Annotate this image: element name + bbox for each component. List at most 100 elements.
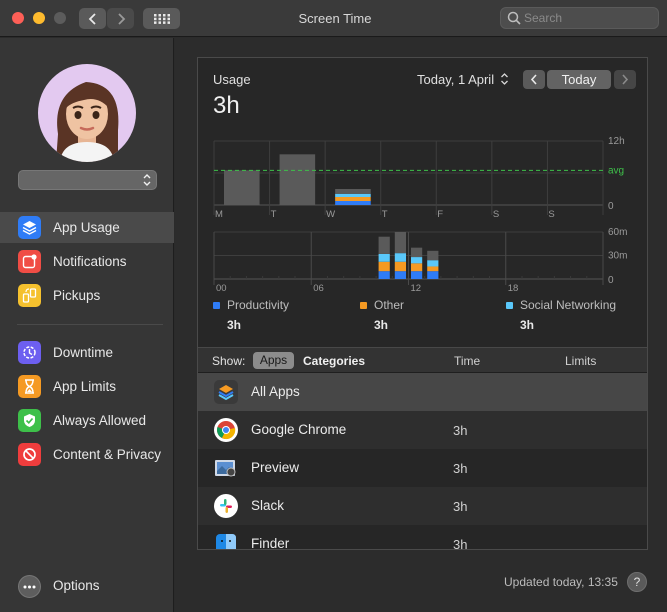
chevron-right-icon — [117, 12, 125, 25]
segment-categories[interactable]: Categories — [303, 354, 365, 368]
legend-value-social-networking: 3h — [520, 318, 535, 332]
y-tick-label: 60m — [608, 227, 627, 238]
legend-productivity: Productivity — [213, 298, 289, 312]
sidebar-item-content-privacy[interactable]: Content & Privacy — [0, 439, 174, 470]
legend-value-productivity: 3h — [227, 318, 242, 332]
legend-label: Social Networking — [520, 298, 617, 312]
help-button[interactable]: ? — [627, 572, 647, 592]
tick-label: S — [493, 209, 499, 220]
zoom-window-button[interactable] — [54, 12, 66, 24]
bar-segment — [335, 197, 371, 201]
app-time: 3h — [453, 461, 468, 476]
notification-badge-icon — [18, 250, 41, 273]
layers-icon — [18, 216, 41, 239]
list-item-preview[interactable]: Preview 3h — [198, 449, 647, 487]
sidebar-item-app-limits[interactable]: App Limits — [0, 371, 174, 402]
back-button[interactable] — [79, 8, 106, 29]
app-list: All Apps Google Chrome 3h Preview 3h Sla… — [198, 373, 647, 549]
app-name: Slack — [251, 498, 285, 513]
list-item-all-apps[interactable]: All Apps — [198, 373, 647, 411]
app-name: Google Chrome — [251, 422, 347, 437]
app-name: Preview — [251, 460, 300, 475]
search-input[interactable]: Search — [500, 7, 659, 29]
bar-segment — [335, 201, 371, 205]
minimize-window-button[interactable] — [33, 12, 45, 24]
legend-swatch — [360, 302, 367, 309]
bar-segment — [378, 253, 390, 262]
legend-label: Productivity — [227, 298, 290, 312]
bar-segment — [427, 250, 439, 261]
pickup-icon — [18, 284, 41, 307]
app-name: Finder — [251, 536, 290, 549]
tick-label: T — [271, 209, 277, 220]
bar-segment — [411, 271, 423, 279]
bar-segment — [394, 253, 406, 262]
tick-label: 12 — [411, 283, 422, 294]
close-window-button[interactable] — [12, 12, 24, 24]
tick-label: S — [548, 209, 554, 220]
bar-segment — [427, 266, 439, 272]
title-bar: Screen Time Search — [0, 0, 667, 37]
segment-apps[interactable]: Apps — [253, 352, 294, 369]
app-name: All Apps — [251, 384, 300, 399]
bar-segment — [378, 271, 390, 279]
bar-segment — [335, 189, 371, 194]
finder-icon — [214, 532, 238, 549]
bar-segment — [394, 261, 406, 272]
bar-segment — [378, 236, 390, 254]
sidebar-item-pickups[interactable]: Pickups — [0, 280, 174, 311]
app-time: 3h — [453, 423, 468, 438]
tick-label: W — [326, 209, 335, 220]
bar-segment — [335, 193, 371, 197]
preview-icon — [214, 456, 238, 480]
bar — [279, 154, 316, 205]
layers-icon — [214, 380, 238, 404]
app-time: 3h — [453, 537, 468, 549]
show-all-button[interactable] — [143, 8, 180, 29]
chrome-icon — [214, 418, 238, 442]
bar — [224, 170, 260, 205]
options-label[interactable]: Options — [53, 578, 100, 593]
tick-label: 00 — [216, 283, 227, 294]
legend-swatch — [213, 302, 220, 309]
ellipsis-icon — [23, 585, 36, 588]
bar-segment — [394, 271, 406, 279]
chevron-updown-icon — [143, 174, 151, 186]
downtime-icon — [18, 341, 41, 364]
sidebar: App Usage Notifications Pickups Downtime… — [0, 38, 174, 612]
tick-label: T — [382, 209, 388, 220]
sidebar-item-label: Notifications — [53, 254, 127, 269]
sidebar-item-label: Always Allowed — [53, 413, 147, 428]
main-content: Usage 3h Today, 1 April Today M T W T F S S 12h… — [175, 38, 667, 612]
column-header-limits[interactable]: Limits — [565, 354, 596, 368]
sidebar-item-app-usage[interactable]: App Usage — [0, 212, 174, 243]
memoji-avatar-icon — [56, 82, 119, 162]
legend-swatch — [506, 302, 513, 309]
sidebar-item-notifications[interactable]: Notifications — [0, 246, 174, 277]
bar-segment — [378, 261, 390, 272]
y-tick-label: 0 — [608, 201, 614, 212]
tick-label: M — [215, 209, 223, 220]
user-select[interactable] — [18, 170, 157, 190]
bar-segment — [411, 263, 423, 272]
list-header: Show: Apps Categories Time Limits — [198, 347, 647, 373]
usage-panel: Usage 3h Today, 1 April Today M T W T F S S 12h… — [197, 57, 648, 550]
sidebar-item-label: Downtime — [53, 345, 114, 360]
grid-icon — [153, 13, 170, 24]
sidebar-item-downtime[interactable]: Downtime — [0, 337, 174, 368]
forward-button[interactable] — [107, 8, 134, 29]
list-item-slack[interactable]: Slack 3h — [198, 487, 647, 525]
tick-label: 06 — [313, 283, 324, 294]
options-button[interactable] — [18, 575, 41, 598]
sidebar-item-always-allowed[interactable]: Always Allowed — [0, 405, 174, 436]
sidebar-item-label: App Usage — [53, 220, 120, 235]
list-item-finder[interactable]: Finder 3h — [198, 525, 647, 549]
list-item-google-chrome[interactable]: Google Chrome 3h — [198, 411, 647, 449]
tick-label: F — [437, 209, 443, 220]
column-header-time[interactable]: Time — [454, 354, 480, 368]
app-time: 3h — [453, 499, 468, 514]
legend-value-other: 3h — [374, 318, 389, 332]
y-tick-label-avg: avg — [608, 165, 624, 176]
search-icon — [507, 11, 521, 25]
no-entry-icon — [18, 443, 41, 466]
